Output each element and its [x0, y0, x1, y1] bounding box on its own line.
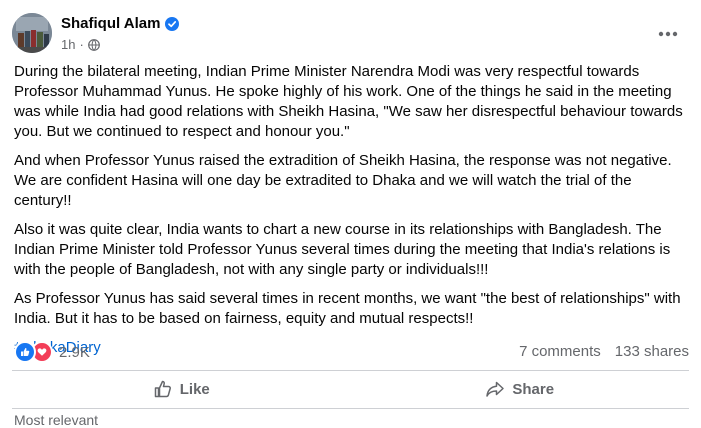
author-name[interactable]: Shafiqul Alam — [61, 14, 160, 33]
meta-separator: · — [79, 37, 84, 52]
avatar-image — [12, 13, 52, 53]
share-label: Share — [512, 380, 555, 398]
divider — [12, 408, 689, 409]
author-name-row: Shafiqul Alam — [61, 14, 180, 33]
globe-icon[interactable] — [87, 39, 100, 51]
post-paragraph: As Professor Yunus has said several time… — [14, 290, 681, 327]
post-paragraph: During the bilateral meeting, Indian Pri… — [14, 63, 683, 140]
post-paragraph: Also it was quite clear, India wants to … — [14, 221, 671, 278]
like-label: Like — [179, 380, 210, 398]
post-paragraph: And when Professor Yunus raised the extr… — [14, 152, 672, 209]
reaction-summary[interactable]: 2.9K — [14, 341, 90, 363]
action-bar: Like Share — [12, 372, 689, 406]
verified-badge-icon — [165, 16, 180, 31]
post-meta: 1h · — [61, 37, 100, 53]
engagement-counts: 7 comments 133 shares — [519, 343, 689, 360]
thumbs-up-icon — [154, 380, 171, 398]
post-time[interactable]: 1h — [61, 37, 75, 53]
share-arrow-icon — [486, 381, 505, 397]
avatar[interactable] — [12, 13, 52, 53]
comments-count[interactable]: 7 comments — [519, 343, 601, 360]
shares-count[interactable]: 133 shares — [615, 343, 689, 360]
more-dots-icon[interactable] — [656, 24, 680, 44]
like-button[interactable]: Like — [12, 372, 351, 406]
post-card: Shafiqul Alam 1h · During the bilateral … — [0, 0, 701, 428]
reaction-count[interactable]: 2.9K — [59, 344, 90, 361]
comment-sort-label[interactable]: Most relevant — [14, 412, 98, 428]
reaction-icons — [14, 341, 53, 363]
share-button[interactable]: Share — [351, 372, 690, 406]
divider — [12, 370, 689, 371]
post-body: During the bilateral meeting, Indian Pri… — [14, 62, 690, 358]
like-reaction-icon — [14, 341, 36, 363]
